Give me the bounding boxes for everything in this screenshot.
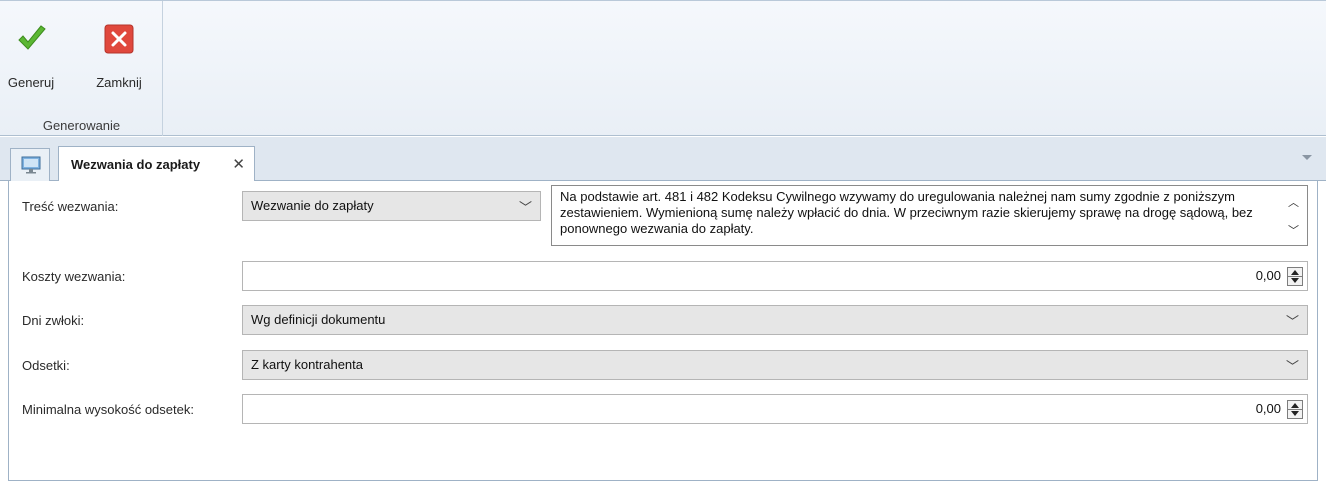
spinner-arrows-icon[interactable] (1287, 267, 1303, 286)
odsetki-value: Z karty kontrahenta (251, 357, 363, 372)
close-button[interactable]: Zamknij (84, 15, 154, 90)
chevron-down-icon: ﹀ (1285, 314, 1299, 329)
chevron-down-icon: ﹀ (1285, 359, 1299, 374)
tab-strip: Wezwania do zapłaty ✕ (0, 137, 1326, 182)
minimalna-wysokosc-odsetek-label: Minimalna wysokość odsetek: (22, 402, 194, 417)
chevron-down-icon: ﹀ (518, 200, 532, 215)
dni-zwloki-select[interactable]: Wg definicji dokumentu ﹀ (242, 305, 1308, 335)
koszty-wezwania-value: 0,00 (1255, 268, 1281, 283)
koszty-wezwania-label: Koszty wezwania: (22, 269, 126, 284)
checkmark-icon (18, 25, 46, 50)
spinner-arrows-icon[interactable] (1287, 400, 1303, 419)
tresc-wezwania-text: Na podstawie art. 481 i 482 Kodeksu Cywi… (560, 189, 1253, 236)
minimalna-wysokosc-odsetek-field[interactable]: 0,00 (242, 394, 1308, 424)
minimalna-wysokosc-odsetek-value: 0,00 (1255, 401, 1281, 416)
tab-close-icon[interactable]: ✕ (232, 155, 245, 173)
tab-label: Wezwania do zapłaty (71, 157, 201, 172)
form-panel: Treść wezwania: Wezwanie do zapłaty ﹀ Na… (8, 181, 1318, 481)
tab-wezwania-do-zaplaty[interactable]: Wezwania do zapłaty ✕ (58, 146, 255, 182)
ribbon-group-generowanie: Generuj Zamknij Generowanie (0, 1, 163, 136)
tresc-wezwania-select[interactable]: Wezwanie do zapłaty ﹀ (242, 191, 541, 221)
close-label: Zamknij (96, 75, 142, 90)
tresc-wezwania-value: Wezwanie do zapłaty (251, 198, 374, 213)
dni-zwloki-value: Wg definicji dokumentu (251, 312, 386, 327)
scroll-down-icon[interactable]: ﹀ (1288, 222, 1299, 238)
tab-home[interactable] (10, 148, 50, 181)
odsetki-label: Odsetki: (22, 358, 70, 373)
generate-button[interactable]: Generuj (6, 15, 56, 90)
koszty-wezwania-field[interactable]: 0,00 (242, 261, 1308, 291)
generate-label: Generuj (7, 75, 55, 90)
tresc-wezwania-label: Treść wezwania: (22, 199, 119, 214)
tresc-wezwania-textarea[interactable]: Na podstawie art. 481 i 482 Kodeksu Cywi… (551, 185, 1308, 246)
scroll-up-icon[interactable]: ︿ (1288, 194, 1299, 210)
desktop-icon (21, 156, 41, 174)
dni-zwloki-label: Dni zwłoki: (22, 313, 85, 328)
ribbon-group-label: Generowanie (42, 118, 121, 133)
close-x-icon (104, 24, 134, 54)
ribbon: Generuj Zamknij Generowanie (0, 0, 1326, 136)
odsetki-select[interactable]: Z karty kontrahenta ﹀ (242, 350, 1308, 380)
tab-list-dropdown-icon[interactable] (1302, 155, 1312, 160)
